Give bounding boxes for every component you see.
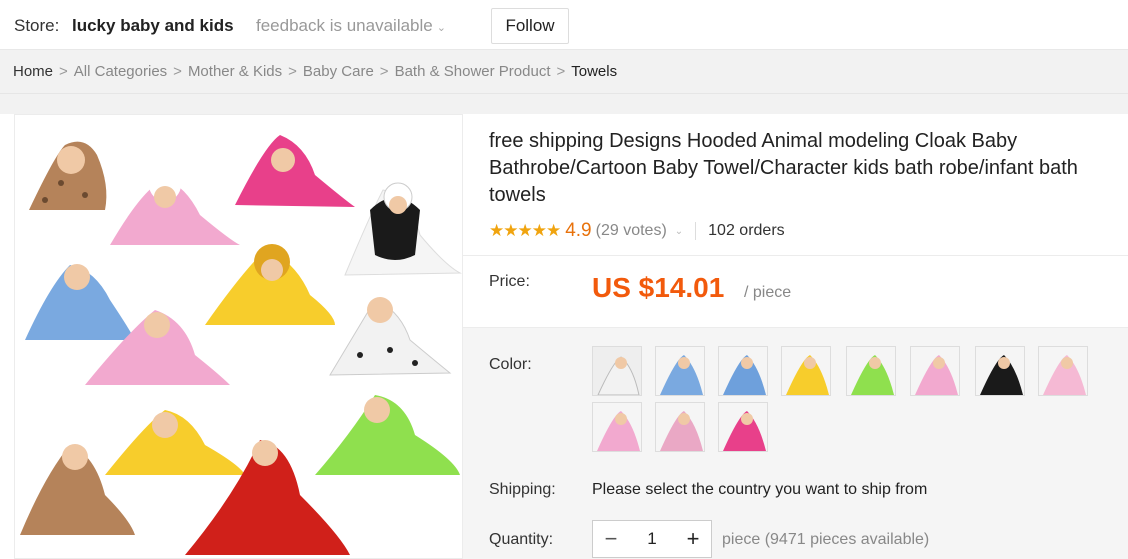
- color-swatch-pink-stripe[interactable]: [655, 402, 705, 452]
- divider: [463, 255, 1128, 256]
- orders-count: 102 orders: [708, 222, 785, 239]
- quantity-available: piece (9471 pieces available): [722, 531, 930, 548]
- price-label: Price:: [489, 273, 530, 290]
- swatch-thumbnail: [847, 347, 895, 395]
- baby-pink-kitty-figure: [110, 169, 240, 245]
- feedback-text: feedback is unavailable: [256, 16, 433, 35]
- baby-dalmatian-figure: [329, 297, 452, 376]
- breadcrumb-home[interactable]: Home: [13, 63, 53, 80]
- breadcrumb-bath-shower[interactable]: Bath & Shower Product: [395, 63, 551, 80]
- swatch-thumbnail: [976, 347, 1024, 395]
- breadcrumb-separator: >: [288, 63, 297, 80]
- store-name-link[interactable]: lucky baby and kids: [72, 16, 234, 36]
- baby-green-frog-figure: [315, 395, 460, 475]
- store-label: Store:: [14, 16, 60, 35]
- product-title: free shipping Designs Hooded Animal mode…: [489, 130, 1078, 206]
- product-main-image[interactable]: [14, 114, 463, 559]
- chevron-down-icon: ⌄: [436, 22, 446, 34]
- breadcrumb-towels[interactable]: Towels: [571, 63, 617, 80]
- swatch-thumbnail: [1039, 347, 1087, 395]
- quantity-label: Quantity:: [489, 531, 554, 548]
- swatch-thumbnail: [719, 403, 767, 451]
- breadcrumb-all-categories[interactable]: All Categories: [74, 63, 167, 80]
- swatch-thumbnail: [593, 403, 641, 451]
- swatch-thumbnail: [656, 403, 704, 451]
- rating-value: 4.9: [565, 220, 592, 241]
- quantity-decrement-button[interactable]: −: [593, 521, 629, 557]
- color-swatch-blue-bunny[interactable]: [718, 346, 768, 396]
- baby-yellow-lion-figure: [205, 244, 335, 325]
- color-swatch-pink-kitty[interactable]: [910, 346, 960, 396]
- color-swatch-pink-hello[interactable]: [592, 402, 642, 452]
- color-swatch-hot-pink-bear[interactable]: [718, 402, 768, 452]
- swatch-thumbnail: [719, 347, 767, 395]
- quantity-stepper: − 1 +: [592, 520, 712, 558]
- quantity-input[interactable]: 1: [629, 521, 675, 557]
- color-swatch-leopard-white[interactable]: [592, 346, 642, 396]
- shipping-label: Shipping:: [489, 481, 556, 498]
- price-unit: / piece: [744, 284, 792, 301]
- chevron-down-icon[interactable]: ⌄: [675, 226, 683, 237]
- price-value: US $14.01: [592, 272, 725, 303]
- baby-hot-pink-figure: [235, 135, 355, 207]
- breadcrumb-separator: >: [59, 63, 68, 80]
- baby-leopard-figure: [29, 141, 107, 210]
- swatch-thumbnail: [593, 347, 641, 395]
- swatch-thumbnail: [911, 347, 959, 395]
- color-swatch-yellow-lion[interactable]: [781, 346, 831, 396]
- swatch-thumbnail: [656, 347, 704, 395]
- color-label: Color:: [489, 356, 532, 373]
- shipping-text: Please select the country you want to sh…: [592, 481, 928, 498]
- baby-blue-stitch-figure: [25, 264, 135, 340]
- spacer-band: [0, 94, 1128, 114]
- feedback-dropdown[interactable]: feedback is unavailable ⌄: [256, 16, 446, 36]
- breadcrumb-baby-care[interactable]: Baby Care: [303, 63, 374, 80]
- baby-panda-figure: [344, 182, 462, 276]
- rating-row: ★★★★★ 4.9 (29 votes) ⌄ 102 orders: [489, 219, 785, 243]
- star-rating-icon: ★★★★★: [489, 221, 561, 240]
- divider: [695, 222, 697, 240]
- product-image-illustration: [20, 135, 462, 555]
- baby-leopard-figure-2: [20, 444, 135, 535]
- breadcrumb: Home > All Categories > Mother & Kids > Baby C…: [13, 63, 617, 80]
- color-swatch-panda-black[interactable]: [975, 346, 1025, 396]
- swatch-thumbnail: [782, 347, 830, 395]
- breadcrumb-separator: >: [173, 63, 182, 80]
- breadcrumb-separator: >: [379, 63, 389, 80]
- color-swatch-pink-bunny[interactable]: [1038, 346, 1088, 396]
- color-swatch-green-frog[interactable]: [846, 346, 896, 396]
- color-swatch-blue-stitch[interactable]: [655, 346, 705, 396]
- follow-button[interactable]: Follow: [491, 8, 569, 44]
- breadcrumb-mother-kids[interactable]: Mother & Kids: [188, 63, 282, 80]
- votes-link[interactable]: (29 votes): [596, 222, 667, 240]
- breadcrumb-separator: >: [556, 63, 566, 80]
- quantity-increment-button[interactable]: +: [675, 521, 711, 557]
- baby-duck-figure: [105, 410, 245, 475]
